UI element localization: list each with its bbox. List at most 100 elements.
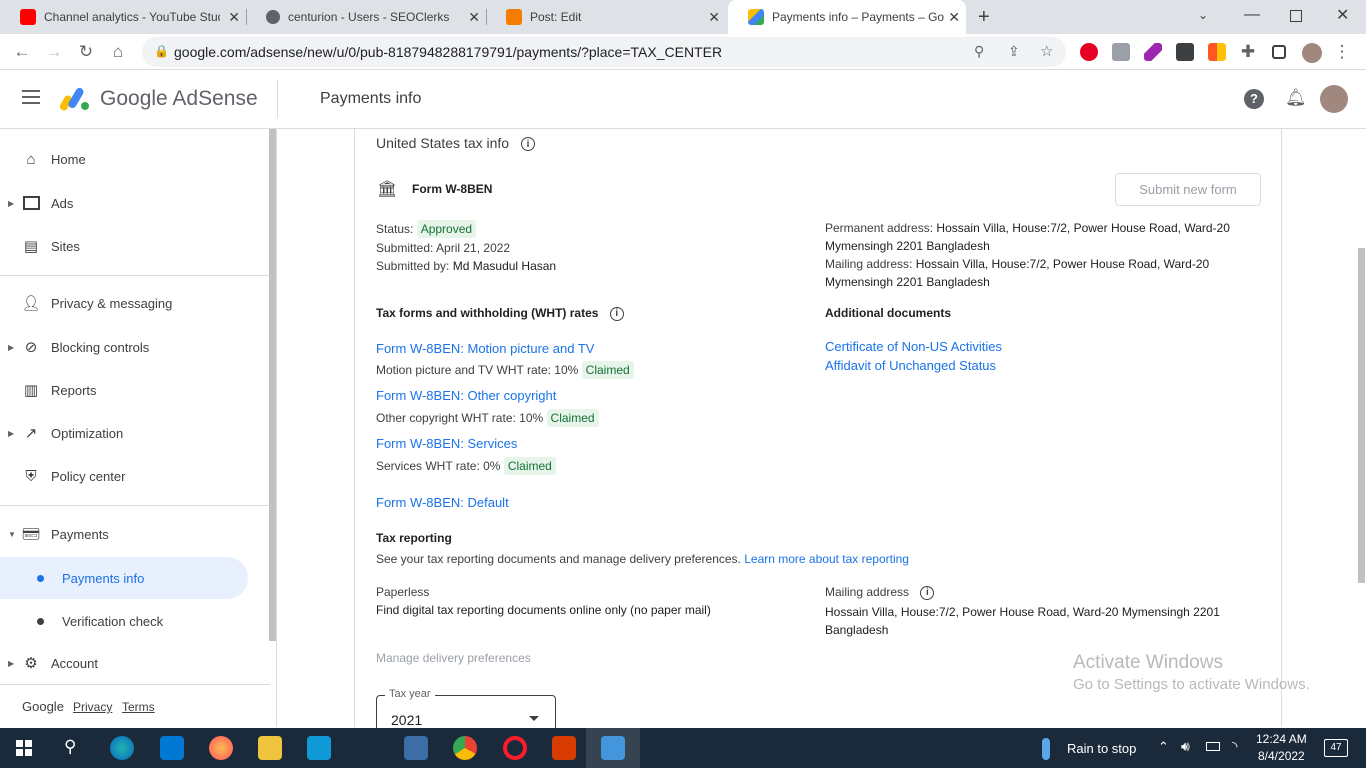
extension-color-icon[interactable] — [1208, 43, 1226, 61]
account-avatar[interactable] — [1320, 85, 1348, 113]
windows-start-icon[interactable] — [16, 740, 32, 756]
browser-tab-youtube[interactable]: Channel analytics - YouTube Studio ✕ — [0, 0, 246, 34]
browser-tab-blogger[interactable]: Post: Edit ✕ — [486, 0, 726, 34]
sidebar-subitem-payments-info[interactable]: Payments info — [0, 557, 248, 599]
policy-icon: ⛨ — [25, 467, 37, 485]
app-header: Google AdSense Payments info ? 🔔︎ — [0, 70, 1366, 129]
browser-tab-adsense[interactable]: Payments info – Payments – Goo ✕ — [728, 0, 966, 34]
paperless-desc: Find digital tax reporting documents onl… — [376, 603, 711, 617]
extensions-puzzle-icon[interactable]: ✚ — [1238, 42, 1258, 62]
submitted-date: Submitted: April 21, 2022 — [376, 241, 511, 255]
mailing-address-line2: Mymensingh 2201 Bangladesh — [825, 275, 990, 289]
tray-chevron-icon[interactable]: ⌃ — [1158, 739, 1169, 755]
info-icon[interactable]: i — [920, 585, 935, 600]
privacy-link[interactable]: Privacy — [73, 700, 112, 714]
back-icon[interactable]: ← — [12, 42, 32, 62]
sidebar-nav: ⌂ Home ▶ Ads ▤ Sites 👤︎ Privacy & messag… — [0, 129, 277, 727]
wht-form-link[interactable]: Form W-8BEN: Motion picture and TV — [376, 341, 594, 356]
sidebar-item-payments[interactable]: ▼ 💳︎ Payments — [0, 514, 270, 554]
window-close-icon[interactable]: ✕ — [1336, 5, 1349, 25]
sidebar-item-account[interactable]: ▶ ⚙ Account — [0, 643, 270, 683]
browser-tab-seoclerks[interactable]: centurion - Users - SEOClerks ✕ — [246, 0, 486, 34]
blocking-icon: ⊘ — [24, 339, 38, 356]
expand-caret-icon: ▶ — [8, 342, 15, 352]
zoom-icon[interactable]: ⚲ — [974, 43, 984, 60]
pinterest-icon[interactable] — [1080, 43, 1098, 61]
sidebar-item-privacy[interactable]: 👤︎ Privacy & messaging — [0, 283, 270, 323]
bullet-icon — [37, 574, 44, 582]
section-title: United States tax info i — [376, 135, 535, 152]
affidavit-link[interactable]: Affidavit of Unchanged Status — [825, 358, 996, 373]
address-bar[interactable]: 🔒 google.com/adsense/new/u/0/pub-8187948… — [142, 37, 1066, 67]
sidebar-item-sites[interactable]: ▤ Sites — [0, 226, 270, 266]
menu-dots-icon[interactable]: ⋮ — [1332, 42, 1352, 62]
sidebar-item-ads[interactable]: ▶ Ads — [0, 183, 270, 223]
media-icon[interactable] — [404, 736, 428, 760]
side-panel-icon[interactable] — [1272, 45, 1286, 59]
wht-form-link[interactable]: Form W-8BEN: Services — [376, 436, 517, 451]
close-icon[interactable]: ✕ — [468, 9, 480, 26]
sidebar-item-reports[interactable]: ▥ Reports — [0, 370, 270, 410]
reload-icon[interactable]: ↻ — [76, 42, 96, 62]
wht-form-link[interactable]: Form W-8BEN: Other copyright — [376, 388, 556, 403]
m-extension-icon[interactable] — [1176, 43, 1194, 61]
feather-extension-icon[interactable] — [1144, 43, 1162, 61]
mailing-address-label: Mailing address: — [825, 257, 913, 271]
terms-link[interactable]: Terms — [122, 700, 155, 714]
office-icon[interactable] — [552, 736, 576, 760]
page-title: Payments info — [320, 90, 422, 107]
section-title-text: United States tax info — [376, 135, 510, 151]
maximize-icon[interactable] — [1290, 10, 1302, 22]
help-icon[interactable]: ? — [1244, 89, 1264, 109]
minimize-icon[interactable]: — — [1244, 6, 1260, 24]
clock-date[interactable]: 8/4/2022 — [1258, 749, 1305, 763]
certificate-link[interactable]: Certificate of Non-US Activities — [825, 339, 1002, 354]
clock-time[interactable]: 12:24 AM — [1256, 732, 1307, 746]
submit-new-form-button[interactable]: Submit new form — [1115, 173, 1261, 206]
close-icon[interactable]: ✕ — [228, 9, 240, 26]
chrome-icon[interactable] — [453, 736, 477, 760]
mail-icon[interactable] — [160, 736, 184, 760]
home-browser-icon[interactable]: ⌂ — [108, 42, 128, 62]
forward-icon[interactable]: → — [44, 42, 64, 62]
profile-avatar[interactable] — [1302, 43, 1322, 63]
search-icon[interactable]: ⚲ — [64, 737, 76, 757]
bookmark-star-icon[interactable]: ☆ — [1040, 42, 1053, 60]
sidebar-item-blocking[interactable]: ▶ ⊘ Blocking controls — [0, 327, 270, 367]
notifications-bell-icon[interactable]: 🔔︎ — [1285, 88, 1307, 108]
sidebar-item-optimization[interactable]: ▶ ↗ Optimization — [0, 413, 270, 453]
active-app-highlight — [586, 728, 640, 768]
store-icon[interactable] — [307, 736, 331, 760]
learn-more-link[interactable]: Learn more about tax reporting — [744, 552, 909, 566]
tax-reporting-title: Tax reporting — [376, 531, 452, 545]
wht-title-text: Tax forms and withholding (WHT) rates — [376, 306, 599, 320]
weather-text[interactable]: Rain to stop — [1067, 741, 1136, 756]
tab-search-icon[interactable]: ⌄ — [1198, 8, 1208, 22]
camera-extension-icon[interactable] — [1112, 43, 1130, 61]
new-tab-button[interactable]: + — [978, 6, 990, 29]
edge-icon[interactable] — [110, 736, 134, 760]
main-scrollbar[interactable] — [1358, 248, 1365, 583]
share-icon[interactable]: ⇪ — [1008, 43, 1020, 60]
battery-icon[interactable] — [1206, 742, 1220, 751]
opera-icon[interactable] — [503, 736, 527, 760]
info-icon[interactable]: i — [609, 306, 624, 321]
close-icon[interactable]: ✕ — [708, 9, 720, 26]
sidebar-scrollbar[interactable] — [269, 129, 276, 641]
sidebar-subitem-verification[interactable]: Verification check — [0, 600, 248, 642]
sidebar-item-label: Privacy & messaging — [51, 295, 173, 311]
info-icon[interactable]: i — [520, 137, 535, 152]
reporting-mailing-label-text: Mailing address — [825, 585, 910, 599]
hamburger-menu-icon[interactable] — [22, 90, 40, 104]
volume-icon[interactable]: 🔊︎ — [1181, 738, 1190, 755]
default-form-link[interactable]: Form W-8BEN: Default — [376, 495, 509, 510]
firefox-icon[interactable] — [209, 736, 233, 760]
sidebar-item-policy[interactable]: ⛨ Policy center — [0, 456, 270, 496]
manage-delivery-link[interactable]: Manage delivery preferences — [376, 651, 531, 665]
sidebar-item-home[interactable]: ⌂ Home — [0, 139, 270, 179]
close-icon[interactable]: ✕ — [948, 9, 960, 26]
notification-center-icon[interactable]: 47 — [1324, 739, 1348, 757]
wifi-icon[interactable]: ◝ — [1232, 738, 1237, 755]
file-explorer-icon[interactable] — [258, 736, 282, 760]
tax-reporting-desc: See your tax reporting documents and man… — [376, 552, 909, 566]
